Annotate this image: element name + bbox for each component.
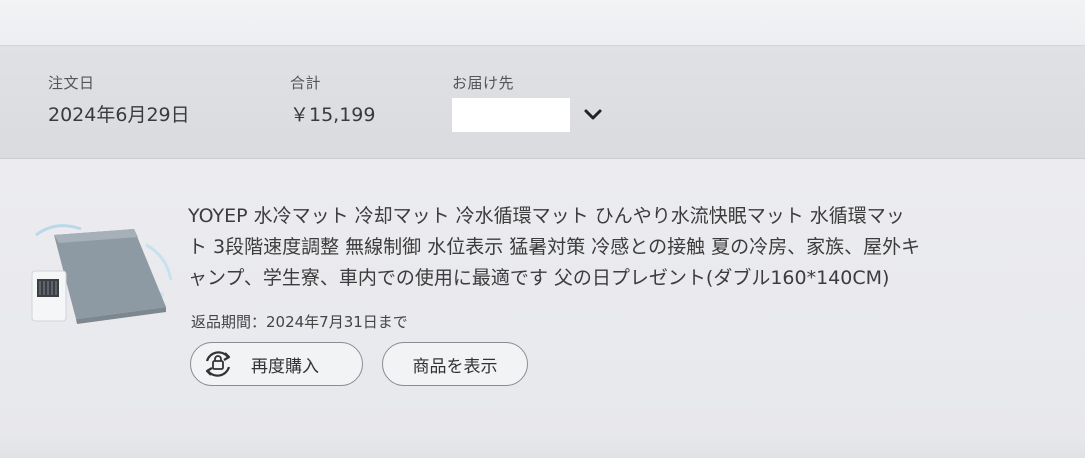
ship-to-label: お届け先	[452, 74, 515, 92]
ship-to-dropdown[interactable]	[452, 98, 603, 132]
product-title-line: YOYEP 水冷マット 冷却マット 冷水循環マット ひんやり水流快眠マット 水循…	[188, 205, 905, 227]
buy-again-button[interactable]: 再度購入	[190, 342, 363, 386]
buy-again-label: 再度購入	[251, 356, 319, 377]
chevron-down-icon[interactable]	[583, 108, 603, 122]
order-date-label: 注文日	[48, 74, 95, 92]
rebuy-cycle-icon	[205, 351, 231, 377]
return-period: 返品期間：2024年7月31日まで	[191, 313, 408, 331]
bottom-fade	[0, 434, 1085, 458]
view-item-button[interactable]: 商品を表示	[382, 342, 528, 386]
product-title-line: ャンプ、学生寮、車内での使用に最適です 父の日プレゼント(ダブル160*140C…	[188, 267, 890, 289]
view-item-label: 商品を表示	[412, 356, 498, 377]
order-date-value: 2024年6月29日	[48, 104, 190, 126]
product-title-link[interactable]: YOYEP 水冷マット 冷却マット 冷水循環マット ひんやり水流快眠マット 水循…	[188, 201, 1068, 294]
order-total-section: 合計 ￥15,199	[290, 72, 375, 127]
order-header: 注文日 2024年6月29日 合計 ￥15,199 お届け先	[0, 46, 1085, 159]
product-title-line: ト 3段階速度調整 無線制御 水位表示 猛暑対策 冷感との接触 夏の冷房、家族、…	[188, 236, 921, 258]
order-date-section: 注文日 2024年6月29日	[48, 72, 190, 127]
ship-to-section: お届け先	[452, 72, 603, 132]
order-total-value: ￥15,199	[290, 104, 376, 126]
top-strip	[0, 0, 1085, 46]
order-total-label: 合計	[290, 74, 322, 92]
order-item: YOYEP 水冷マット 冷却マット 冷水循環マット ひんやり水流快眠マット 水循…	[0, 159, 1085, 458]
ship-to-name-redacted	[452, 98, 570, 132]
product-image[interactable]	[26, 215, 176, 333]
